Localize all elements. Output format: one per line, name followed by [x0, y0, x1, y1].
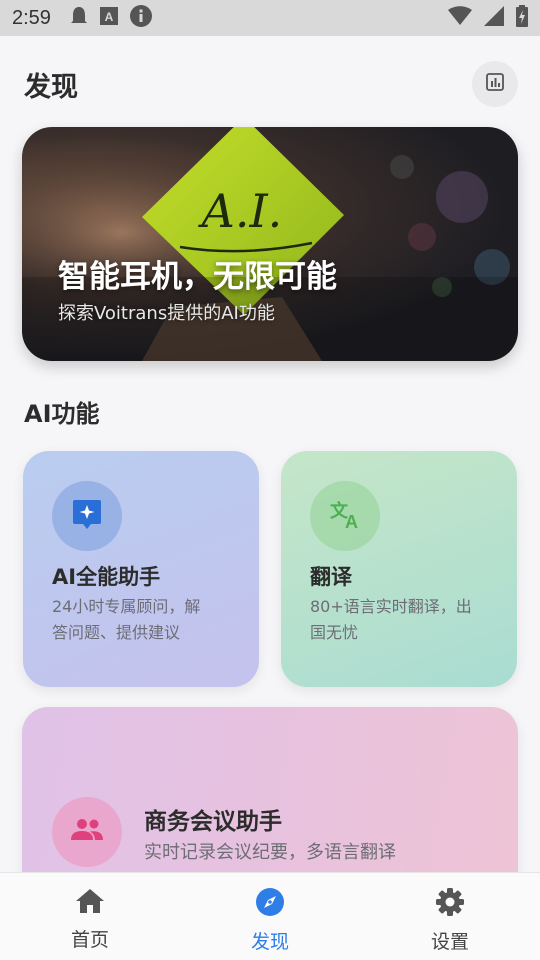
hero-subtitle: 探索Voitrans提供的AI功能	[58, 303, 275, 324]
translate-desc-line1: 80+语言实时翻译，出	[310, 597, 472, 616]
translate-title: 翻译	[310, 565, 352, 589]
signal-icon	[484, 6, 504, 30]
nav-settings-label: 设置	[430, 931, 469, 953]
hero-background-image: A.I.	[22, 127, 518, 361]
meeting-icon-circle	[52, 797, 122, 867]
translate-desc-line2: 国无忧	[310, 623, 359, 642]
ai-assistant-icon-circle	[52, 481, 122, 551]
ai-sparkle-icon	[72, 498, 102, 534]
ai-assistant-desc-line1: 24小时专属顾问，解	[52, 597, 201, 616]
nav-discover[interactable]: 发现	[180, 873, 360, 960]
nav-home-label: 首页	[70, 929, 109, 951]
section-title: AI功能	[24, 400, 100, 428]
compass-icon	[255, 887, 285, 921]
meeting-desc: 实时记录会议纪要，多语言翻译	[144, 842, 396, 863]
notification-bell-icon	[69, 5, 89, 31]
bottom-nav: 首页 发现 设置	[0, 872, 540, 960]
ai-assistant-card[interactable]: AI全能助手 24小时专属顾问，解 答问题、提供建议	[23, 451, 259, 687]
battery-icon	[516, 5, 528, 31]
nav-home[interactable]: 首页	[0, 873, 180, 960]
info-icon	[129, 4, 153, 32]
nav-discover-label: 发现	[250, 931, 289, 953]
meeting-title: 商务会议助手	[144, 809, 282, 835]
ai-assistant-desc-line2: 答问题、提供建议	[52, 623, 181, 642]
status-time: 2:59	[12, 6, 51, 29]
hero-title: 智能耳机，无限可能	[58, 259, 337, 295]
wifi-icon	[448, 6, 472, 30]
app-a-icon: A	[99, 6, 119, 30]
status-bar: 2:59 A	[0, 0, 540, 36]
translate-card[interactable]: 文 A 翻译 80+语言实时翻译，出 国无忧	[281, 451, 517, 687]
hero-sign-text: A.I.	[198, 184, 283, 238]
nav-settings[interactable]: 设置	[360, 873, 540, 960]
ai-assistant-title: AI全能助手	[52, 565, 161, 589]
bar-chart-icon	[485, 72, 505, 96]
page-title: 发现	[24, 71, 78, 103]
translate-icon-circle: 文 A	[310, 481, 380, 551]
svg-text:A: A	[345, 512, 358, 529]
svg-text:A: A	[105, 10, 114, 24]
translate-icon: 文 A	[328, 499, 362, 533]
stats-button[interactable]	[472, 61, 518, 107]
gear-icon	[435, 887, 465, 921]
page-header: 发现	[24, 60, 518, 108]
hero-banner[interactable]: A.I. 智能耳机，无限可能 探索Voitrans提供的AI功能	[22, 127, 518, 361]
home-icon	[75, 887, 105, 919]
people-icon	[70, 818, 104, 846]
